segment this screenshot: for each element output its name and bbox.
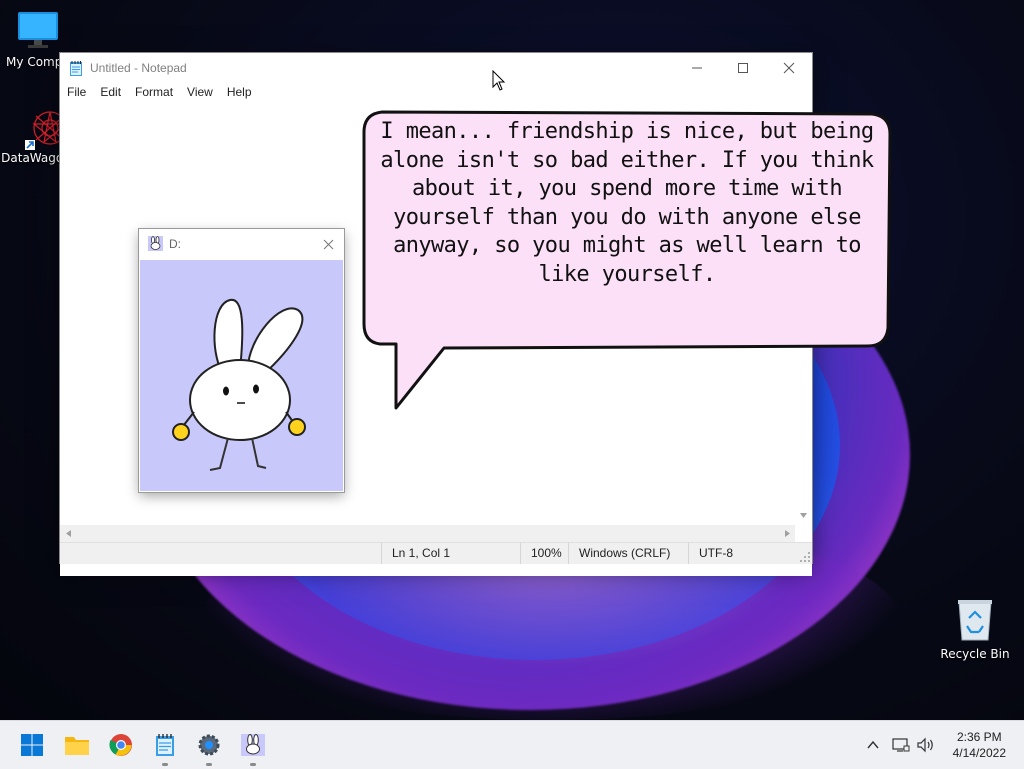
taskbar: 2:36 PM 4/14/2022 [0, 720, 1024, 769]
speech-line: I mean... friendship is nice, but being [380, 119, 874, 144]
companion-canvas [140, 260, 343, 491]
close-icon[interactable] [323, 239, 334, 250]
desktop-icon-recycle-bin[interactable]: Recycle Bin [937, 598, 1013, 661]
network-icon[interactable] [892, 737, 910, 753]
datawagon-shortcut-icon [25, 111, 68, 150]
taskbar-bunny-app[interactable] [236, 729, 270, 766]
taskbar-file-explorer[interactable] [60, 729, 94, 761]
notepad-icon [156, 734, 174, 756]
running-indicator [206, 763, 212, 766]
speech-line: anyway, so you might as well learn to [393, 233, 861, 259]
menu-bar: File Edit Format View Help [60, 83, 259, 103]
horizontal-scrollbar[interactable] [60, 525, 795, 542]
bunny-app-icon [241, 734, 265, 756]
menu-edit[interactable]: Edit [93, 83, 128, 103]
close-button[interactable] [766, 53, 812, 83]
running-indicator [162, 763, 168, 766]
start-icon [21, 734, 43, 756]
chrome-icon [109, 734, 132, 756]
speech-line: like yourself. [538, 261, 716, 287]
desktop-icon-label: Recycle Bin [940, 647, 1010, 661]
status-bar: Ln 1, Col 1 100% Windows (CRLF) UTF-8 [60, 542, 812, 564]
scroll-down-arrow-icon[interactable] [799, 511, 808, 520]
close-icon [783, 62, 795, 74]
speech-line: alone isn't so bad either. If you think [380, 147, 874, 173]
resize-grip-icon[interactable] [800, 552, 810, 562]
companion-title: D: [169, 237, 181, 251]
mouse-cursor-icon [492, 70, 506, 91]
status-encoding: UTF-8 [688, 543, 809, 564]
taskbar-chrome[interactable] [104, 729, 138, 761]
clock[interactable]: 2:36 PM 4/14/2022 [953, 729, 1006, 761]
menu-file[interactable]: File [60, 83, 93, 103]
minimize-icon [692, 67, 702, 69]
companion-title-bar[interactable]: D: [139, 229, 344, 259]
clock-date: 4/14/2022 [952, 746, 1006, 760]
system-tray [866, 721, 936, 769]
speech-bubble-text: I mean... friendship is nice, but being … [380, 118, 874, 290]
running-indicator [250, 763, 256, 766]
bunny-character[interactable] [140, 260, 343, 491]
notepad-title: Untitled - Notepad [90, 61, 187, 75]
taskbar-settings[interactable] [192, 729, 226, 766]
scroll-right-arrow-icon[interactable] [783, 529, 792, 538]
speech-line: about it, you spend more time with [412, 176, 843, 202]
status-zoom: 100% [520, 543, 571, 564]
taskbar-notepad[interactable] [148, 729, 182, 766]
maximize-button[interactable] [720, 53, 766, 83]
menu-help[interactable]: Help [220, 83, 259, 103]
volume-icon[interactable] [916, 737, 936, 753]
recycle-bin-icon [958, 600, 992, 641]
settings-icon [198, 734, 220, 756]
start-button[interactable] [15, 729, 49, 761]
chevron-up-icon[interactable] [866, 738, 880, 752]
computer-monitor-icon [18, 12, 58, 48]
scroll-left-arrow-icon[interactable] [64, 529, 73, 538]
menu-view[interactable]: View [180, 83, 220, 103]
minimize-button[interactable] [674, 53, 720, 83]
status-line-endings: Windows (CRLF) [568, 543, 689, 564]
menu-format[interactable]: Format [128, 83, 180, 103]
file-explorer-icon [65, 737, 89, 755]
bunny-app-icon [148, 236, 163, 251]
status-position: Ln 1, Col 1 [381, 543, 522, 564]
notepad-icon [70, 61, 82, 76]
clock-time: 2:36 PM [956, 730, 1002, 744]
companion-window[interactable]: D: [139, 229, 344, 492]
speech-line: yourself than you do with anyone else [393, 204, 861, 230]
maximize-icon [738, 63, 748, 73]
